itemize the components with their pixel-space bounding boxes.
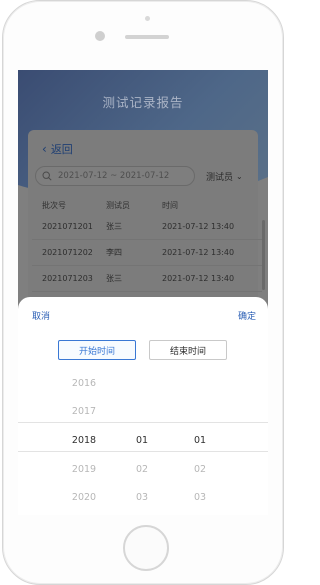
tab-start-time[interactable]: 开始时间 (58, 340, 136, 360)
cell-batch: 2021071201 (42, 222, 93, 231)
chevron-left-icon: ‹ (42, 142, 47, 156)
month-option[interactable]: 02 (122, 456, 162, 484)
back-button[interactable]: ‹ 返回 (42, 141, 73, 157)
search-icon (42, 171, 52, 181)
day-option-selected[interactable]: 01 (180, 426, 220, 456)
table-row[interactable]: 2021071201 张三 2021-07-12 13:40 (32, 214, 262, 240)
day-option[interactable]: 02 (180, 456, 220, 484)
tester-filter-label: 测试员 (206, 173, 234, 183)
month-column[interactable]: 01 02 03 (122, 370, 162, 512)
table-row[interactable]: 2021071202 李四 2021-07-12 13:40 (32, 240, 262, 266)
page-title: 测试记录报告 (102, 95, 184, 110)
day-option-empty (180, 370, 220, 398)
year-option[interactable]: 2019 (64, 456, 104, 484)
cell-tester: 张三 (106, 222, 122, 231)
year-option[interactable]: 2017 (64, 398, 104, 426)
scrollbar-thumb[interactable] (262, 220, 265, 290)
day-option-empty (180, 398, 220, 426)
home-button[interactable] (123, 525, 169, 571)
cell-batch: 2021071203 (42, 274, 93, 283)
date-wheel-picker[interactable]: 2016 2017 2018 2019 2020 01 02 03 01 02 … (18, 370, 268, 510)
back-label: 返回 (50, 143, 73, 156)
earpiece-speaker (125, 35, 169, 39)
year-option[interactable]: 2020 (64, 484, 104, 512)
tester-filter-dropdown[interactable]: 测试员 ⌄ (206, 170, 243, 183)
tab-end-time[interactable]: 结束时间 (149, 340, 227, 360)
cell-batch: 2021071202 (42, 248, 93, 257)
date-range-search[interactable]: 2021-07-12 ~ 2021-07-12 (35, 166, 195, 186)
column-header-time: 时间 (162, 200, 178, 210)
year-option[interactable]: 2016 (64, 370, 104, 398)
table-header: 批次号 测试员 时间 (32, 196, 262, 214)
date-range-text: 2021-07-12 ~ 2021-07-12 (58, 171, 170, 181)
month-option-empty (122, 398, 162, 426)
sensor-dot (145, 16, 150, 21)
confirm-button[interactable]: 确定 (238, 309, 256, 322)
front-camera (95, 31, 105, 41)
cell-tester: 张三 (106, 274, 122, 283)
day-option[interactable]: 03 (180, 484, 220, 512)
chevron-down-icon: ⌄ (236, 172, 243, 181)
year-column[interactable]: 2016 2017 2018 2019 2020 (64, 370, 104, 512)
column-header-batch: 批次号 (42, 200, 66, 210)
cancel-button[interactable]: 取消 (32, 309, 50, 322)
day-column[interactable]: 01 02 03 (180, 370, 220, 512)
month-option-empty (122, 370, 162, 398)
app-screen: 测试记录报告 ‹ 返回 2021-07-12 ~ 2021-07-12 测试员 … (18, 70, 268, 515)
records-table: 批次号 测试员 时间 2021071201 张三 2021-07-12 13:4… (32, 196, 262, 292)
cell-time: 2021-07-12 13:40 (162, 274, 235, 283)
column-header-tester: 测试员 (106, 200, 130, 210)
date-picker-sheet: 取消 确定 开始时间 结束时间 2016 2017 2018 2019 2020… (18, 297, 268, 515)
table-row[interactable]: 2021071203 张三 2021-07-12 13:40 (32, 266, 262, 292)
month-option-selected[interactable]: 01 (122, 426, 162, 456)
cell-tester: 李四 (106, 248, 122, 257)
cell-time: 2021-07-12 13:40 (162, 222, 235, 231)
cell-time: 2021-07-12 13:40 (162, 248, 235, 257)
year-option-selected[interactable]: 2018 (64, 426, 104, 456)
month-option[interactable]: 03 (122, 484, 162, 512)
